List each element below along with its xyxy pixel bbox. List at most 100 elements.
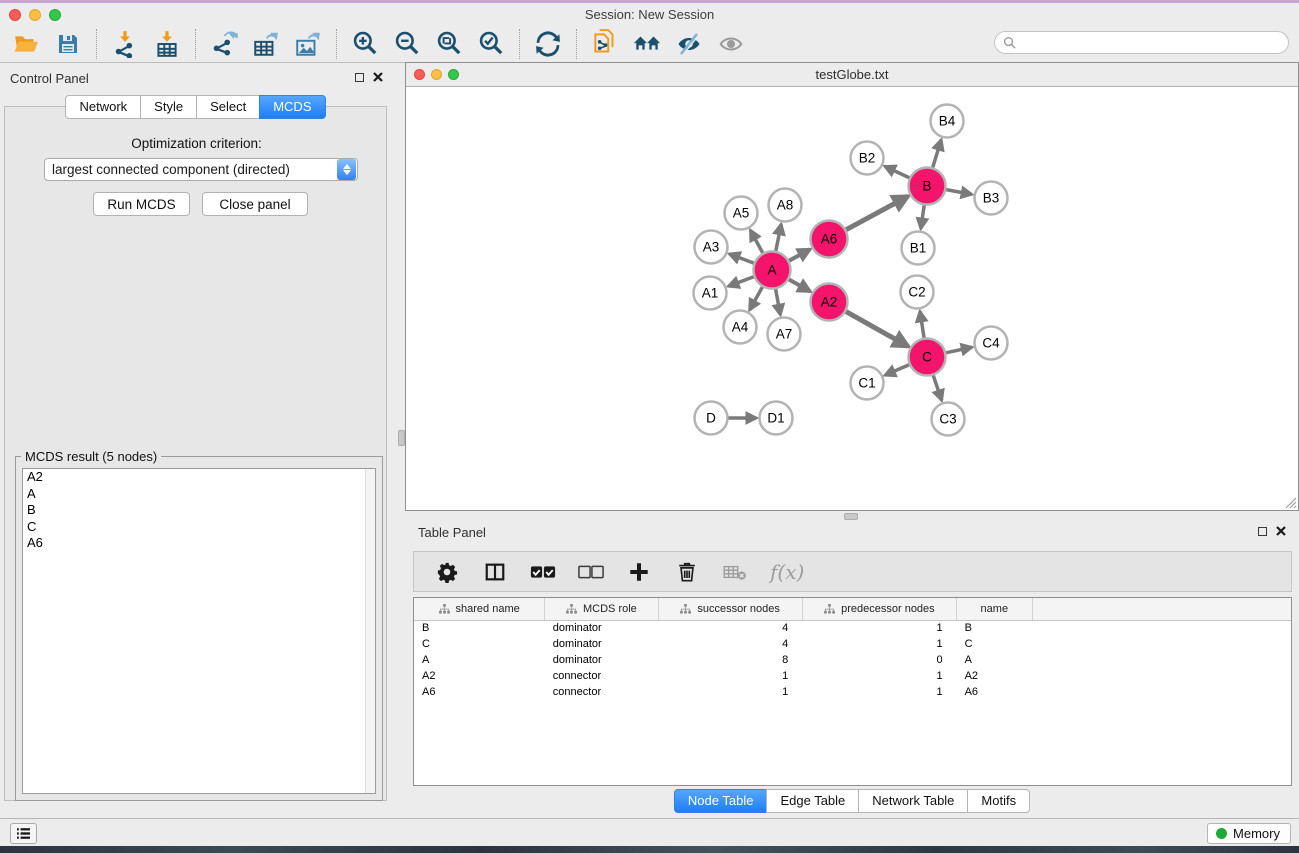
graph-node-C2[interactable]: C2: [901, 276, 934, 309]
table-cell[interactable]: 8: [658, 652, 802, 668]
table-cell[interactable]: A6: [414, 684, 545, 700]
tab-network[interactable]: Network: [65, 95, 141, 119]
graph-node-A5[interactable]: A5: [725, 197, 758, 230]
zoom-fit-icon[interactable]: [435, 30, 463, 58]
table-cell[interactable]: 4: [658, 636, 802, 652]
table-cell[interactable]: 1: [802, 668, 956, 684]
close-panel-button[interactable]: Close panel: [202, 192, 308, 216]
export-table-icon[interactable]: [252, 30, 280, 58]
function-builder-icon[interactable]: f(x): [770, 560, 804, 584]
mcds-result-item[interactable]: C: [23, 519, 375, 536]
table-cell[interactable]: 0: [802, 652, 956, 668]
destroy-table-icon[interactable]: [722, 559, 748, 585]
tab-mcds[interactable]: MCDS: [259, 95, 325, 119]
graph-node-C4[interactable]: C4: [975, 327, 1008, 360]
save-session-icon[interactable]: [54, 30, 82, 58]
table-close-panel-icon[interactable]: [1276, 526, 1286, 536]
tab-network-table[interactable]: Network Table: [858, 789, 968, 813]
tab-select[interactable]: Select: [196, 95, 260, 119]
graph-node-C3[interactable]: C3: [932, 403, 965, 436]
mcds-list-scrollbar[interactable]: [365, 469, 375, 793]
table-row[interactable]: Bdominator41B: [414, 620, 1291, 636]
table-splitter-handle[interactable]: [844, 513, 858, 520]
import-table-icon[interactable]: [153, 30, 181, 58]
tab-style[interactable]: Style: [140, 95, 197, 119]
graph-node-B1[interactable]: B1: [902, 232, 935, 265]
graph-node-B4[interactable]: B4: [931, 105, 964, 138]
table-cell[interactable]: dominator: [545, 620, 658, 636]
table-cell[interactable]: 4: [658, 620, 802, 636]
float-panel-icon[interactable]: [355, 73, 364, 82]
table-cell[interactable]: 1: [658, 684, 802, 700]
table-cell[interactable]: A: [957, 652, 1033, 668]
delete-column-icon[interactable]: [674, 559, 700, 585]
graph-node-C1[interactable]: C1: [851, 367, 884, 400]
home-icon[interactable]: [633, 30, 661, 58]
hide-graphics-details-icon[interactable]: [675, 30, 703, 58]
mcds-result-list[interactable]: A2ABCA6: [22, 468, 376, 794]
graph-node-A6[interactable]: A6: [811, 221, 848, 258]
table-row[interactable]: A2connector11A2: [414, 668, 1291, 684]
zoom-selected-icon[interactable]: [477, 30, 505, 58]
graph-node-A2[interactable]: A2: [811, 284, 848, 321]
table-row[interactable]: Cdominator41C: [414, 636, 1291, 652]
table-cell[interactable]: A2: [414, 668, 545, 684]
window-resize-grip[interactable]: [1283, 495, 1297, 509]
mcds-result-item[interactable]: A: [23, 486, 375, 503]
graph-node-A8[interactable]: A8: [769, 189, 802, 222]
graph-node-A3[interactable]: A3: [695, 231, 728, 264]
graph-node-A1[interactable]: A1: [694, 277, 727, 310]
graph-node-D[interactable]: D: [695, 402, 728, 435]
memory-button[interactable]: Memory: [1207, 823, 1291, 844]
column-header-name[interactable]: name: [957, 598, 1033, 620]
zoom-in-icon[interactable]: [351, 30, 379, 58]
column-header-MCDS-role[interactable]: MCDS role: [545, 598, 658, 620]
tab-node-table[interactable]: Node Table: [674, 789, 768, 813]
table-cell[interactable]: 1: [658, 668, 802, 684]
table-cell[interactable]: 1: [802, 684, 956, 700]
table-float-panel-icon[interactable]: [1258, 527, 1267, 536]
mcds-result-item[interactable]: A6: [23, 535, 375, 552]
table-row[interactable]: A6connector11A6: [414, 684, 1291, 700]
table-cell[interactable]: 1: [802, 620, 956, 636]
mcds-result-item[interactable]: A2: [23, 469, 375, 486]
zoom-out-icon[interactable]: [393, 30, 421, 58]
graph-node-A[interactable]: A: [754, 252, 791, 289]
table-cell[interactable]: A2: [957, 668, 1033, 684]
table-cell[interactable]: connector: [545, 668, 658, 684]
show-panels-list-button[interactable]: [10, 823, 37, 844]
table-cell[interactable]: B: [414, 620, 545, 636]
toolbar-search[interactable]: [994, 31, 1289, 54]
mcds-result-item[interactable]: B: [23, 502, 375, 519]
duplicate-network-icon[interactable]: [591, 30, 619, 58]
export-image-icon[interactable]: [294, 30, 322, 58]
import-network-icon[interactable]: [111, 30, 139, 58]
table-cell[interactable]: C: [957, 636, 1033, 652]
column-header-successor-nodes[interactable]: successor nodes: [658, 598, 802, 620]
graph-node-A7[interactable]: A7: [768, 318, 801, 351]
close-panel-icon[interactable]: [373, 72, 383, 82]
table-settings-icon[interactable]: [434, 559, 460, 585]
graph-node-B[interactable]: B: [909, 168, 946, 205]
search-input[interactable]: [1016, 36, 1288, 50]
toggle-column-view-icon[interactable]: [482, 559, 508, 585]
table-cell[interactable]: A6: [957, 684, 1033, 700]
graph-node-C[interactable]: C: [909, 339, 946, 376]
run-mcds-button[interactable]: Run MCDS: [93, 192, 190, 216]
deselect-all-columns-icon[interactable]: [578, 559, 604, 585]
table-cell[interactable]: C: [414, 636, 545, 652]
show-graphics-details-icon[interactable]: [717, 30, 745, 58]
add-column-icon[interactable]: [626, 559, 652, 585]
select-all-columns-icon[interactable]: [530, 559, 556, 585]
refresh-layout-icon[interactable]: [534, 30, 562, 58]
graph-node-B3[interactable]: B3: [975, 182, 1008, 215]
table-row[interactable]: Adominator80A: [414, 652, 1291, 668]
network-canvas[interactable]: AA1A2A3A4A5A6A7A8BB1B2B3B4CC1C2C3C4DD1: [406, 87, 1298, 510]
table-cell[interactable]: dominator: [545, 652, 658, 668]
table-cell[interactable]: 1: [802, 636, 956, 652]
column-header-shared-name[interactable]: shared name: [414, 598, 545, 620]
table-cell[interactable]: A: [414, 652, 545, 668]
table-cell[interactable]: B: [957, 620, 1033, 636]
column-header-predecessor-nodes[interactable]: predecessor nodes: [802, 598, 956, 620]
open-session-icon[interactable]: [12, 30, 40, 58]
